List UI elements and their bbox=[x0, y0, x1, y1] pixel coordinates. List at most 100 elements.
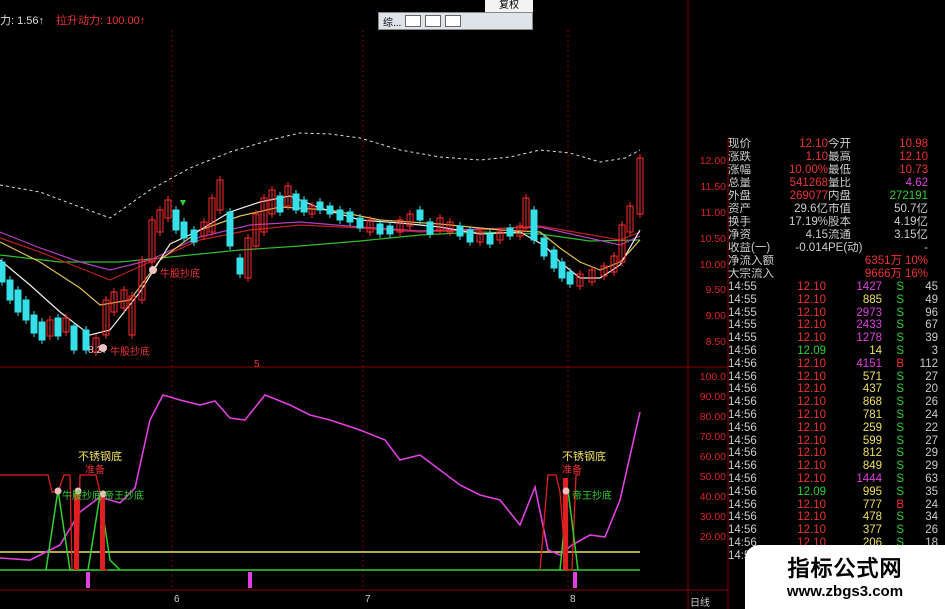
tick-row[interactable]: 14:55 12.10 1427 S 45 bbox=[728, 281, 945, 294]
tick-row[interactable]: 14:55 12.10 1278 S 39 bbox=[728, 332, 945, 345]
tick-t: 14:56 bbox=[728, 434, 757, 447]
tick-s: S bbox=[896, 408, 904, 421]
king-bottom-label: 帝王抄底 bbox=[104, 491, 144, 502]
tick-row[interactable]: 14:56 12.10 849 S 29 bbox=[728, 460, 945, 473]
tick-n: 63 bbox=[925, 472, 938, 485]
tick-n: 112 bbox=[919, 357, 938, 370]
popup-toolbar[interactable]: 综... bbox=[378, 12, 533, 30]
candle-body bbox=[190, 229, 198, 243]
tick-t: 14:55 bbox=[728, 332, 757, 345]
tick-row[interactable]: 14:56 12.10 812 S 29 bbox=[728, 447, 945, 460]
price-axis: 12.00 11.50 11.00 10.50 10.00 9.50 9.00 8.50 100… bbox=[688, 0, 728, 609]
candle-body bbox=[566, 271, 574, 285]
candle-body bbox=[456, 225, 464, 237]
tick-row[interactable]: 14:55 12.10 2433 S 67 bbox=[728, 319, 945, 332]
tick-row[interactable]: 14:56 12.10 777 B 24 bbox=[728, 499, 945, 512]
quote-row: 涨幅 10.00% 最低 10.73 bbox=[728, 164, 945, 177]
osc-tick: 40.00 bbox=[699, 491, 726, 503]
tick-n: 39 bbox=[925, 332, 938, 345]
tick-row[interactable]: 14:56 12.10 259 S 22 bbox=[728, 422, 945, 435]
restore-icon[interactable] bbox=[445, 15, 462, 27]
price-tick: 11.50 bbox=[700, 181, 727, 193]
tick-n: 27 bbox=[925, 370, 938, 383]
tick-row[interactable]: 14:56 12.10 599 S 27 bbox=[728, 435, 945, 448]
quote-label: 股本 bbox=[828, 216, 851, 228]
tick-row[interactable]: 14:56 12.10 4151 B 112 bbox=[728, 358, 945, 371]
tick-row[interactable]: 14:56 12.10 437 S 20 bbox=[728, 383, 945, 396]
quote-label: 量比 bbox=[828, 177, 851, 189]
quote-value: 4.19亿 bbox=[894, 216, 928, 228]
tick-n: 96 bbox=[925, 306, 938, 319]
tick-p: 12.09 bbox=[797, 344, 826, 357]
tick-p: 12.10 bbox=[797, 293, 826, 306]
quote-value: 269077 bbox=[789, 190, 828, 202]
tick-row[interactable]: 14:55 12.10 885 S 49 bbox=[728, 294, 945, 307]
quote-value: 4.15 bbox=[805, 229, 828, 241]
tick-p: 12.10 bbox=[797, 472, 826, 485]
quote-label: PE(动) bbox=[828, 242, 863, 254]
quote-label: 资产 bbox=[728, 203, 751, 215]
tick-v: 2973 bbox=[856, 306, 882, 319]
tick-p: 12.10 bbox=[797, 319, 826, 332]
candle-body bbox=[292, 193, 300, 211]
candle-body bbox=[376, 223, 384, 235]
tick-p: 12.10 bbox=[797, 281, 826, 293]
tick-v: 1427 bbox=[856, 281, 882, 293]
candle-body bbox=[0, 261, 6, 283]
osc-tick: 50.00 bbox=[699, 471, 726, 483]
tick-v: 437 bbox=[862, 383, 882, 396]
tick-n: 45 bbox=[925, 281, 938, 293]
tick-s: S bbox=[896, 306, 904, 319]
tick-row[interactable]: 14:56 12.10 478 S 34 bbox=[728, 511, 945, 524]
tick-row[interactable]: 14:55 12.10 2973 S 96 bbox=[728, 307, 945, 320]
netflow-value: 6351万 bbox=[864, 255, 902, 267]
tick-v: 1444 bbox=[856, 472, 882, 485]
tick-row[interactable]: 14:56 12.09 14 S 3 bbox=[728, 345, 945, 358]
tick-n: 26 bbox=[925, 396, 938, 409]
tick-v: 1278 bbox=[856, 332, 882, 345]
window-icon[interactable] bbox=[425, 15, 442, 27]
copy-icon[interactable] bbox=[405, 15, 422, 27]
red-signal-bar bbox=[100, 493, 105, 570]
quote-value: 10.98 bbox=[899, 138, 928, 150]
quote-row: 现价 12.10 今开 10.98 bbox=[728, 138, 945, 151]
tick-v: 478 bbox=[862, 511, 882, 524]
tick-row[interactable]: 14:56 12.10 377 S 26 bbox=[728, 524, 945, 537]
tick-s: S bbox=[896, 396, 904, 409]
quote-label: 流通 bbox=[828, 229, 851, 241]
tick-s: S bbox=[896, 293, 904, 306]
candle-body bbox=[54, 317, 62, 337]
quote-label: 今开 bbox=[828, 138, 851, 150]
tick-row[interactable]: 14:56 12.09 995 S 35 bbox=[728, 486, 945, 499]
bull-bottom-label: 牛股抄底 bbox=[160, 269, 200, 280]
period-label[interactable]: 日线 bbox=[690, 594, 710, 609]
quote-label: 总量 bbox=[728, 177, 751, 189]
tick-v: 995 bbox=[862, 485, 882, 498]
tick-t: 14:56 bbox=[728, 396, 757, 409]
pink-volume-bar bbox=[86, 572, 90, 588]
tick-n: 67 bbox=[925, 319, 938, 332]
quote-value: 17.19% bbox=[788, 216, 828, 228]
quote-label: 内盘 bbox=[828, 190, 851, 202]
tick-n: 27 bbox=[925, 434, 938, 447]
osc-tick: 90.00 bbox=[699, 391, 726, 403]
candle-body bbox=[506, 227, 514, 237]
candle-body bbox=[22, 299, 30, 321]
quote-value: 4.62 bbox=[905, 177, 928, 189]
quote-label: 涨幅 bbox=[728, 164, 751, 176]
tick-n: 26 bbox=[925, 524, 938, 537]
signal-dot bbox=[149, 266, 157, 274]
osc-tick: 70.00 bbox=[699, 431, 726, 443]
tick-p: 12.10 bbox=[797, 460, 826, 473]
tick-row[interactable]: 14:56 12.10 1444 S 63 bbox=[728, 473, 945, 486]
tick-t: 14:56 bbox=[728, 524, 757, 537]
tick-row[interactable]: 14:56 12.10 868 S 26 bbox=[728, 396, 945, 409]
price-tick: 12.00 bbox=[699, 155, 726, 167]
pane-index: 5 bbox=[254, 359, 260, 370]
tick-row[interactable]: 14:56 12.10 781 S 24 bbox=[728, 409, 945, 422]
tick-s: S bbox=[896, 370, 904, 383]
price-tick: 9.50 bbox=[705, 284, 726, 296]
tick-row[interactable]: 14:56 12.10 571 S 27 bbox=[728, 371, 945, 384]
fuquan-button[interactable]: 复权 bbox=[485, 0, 533, 12]
tick-table[interactable]: 14:55 12.10 1427 S 45 14:55 12.10 885 S 49 14:55 12… bbox=[728, 281, 945, 563]
